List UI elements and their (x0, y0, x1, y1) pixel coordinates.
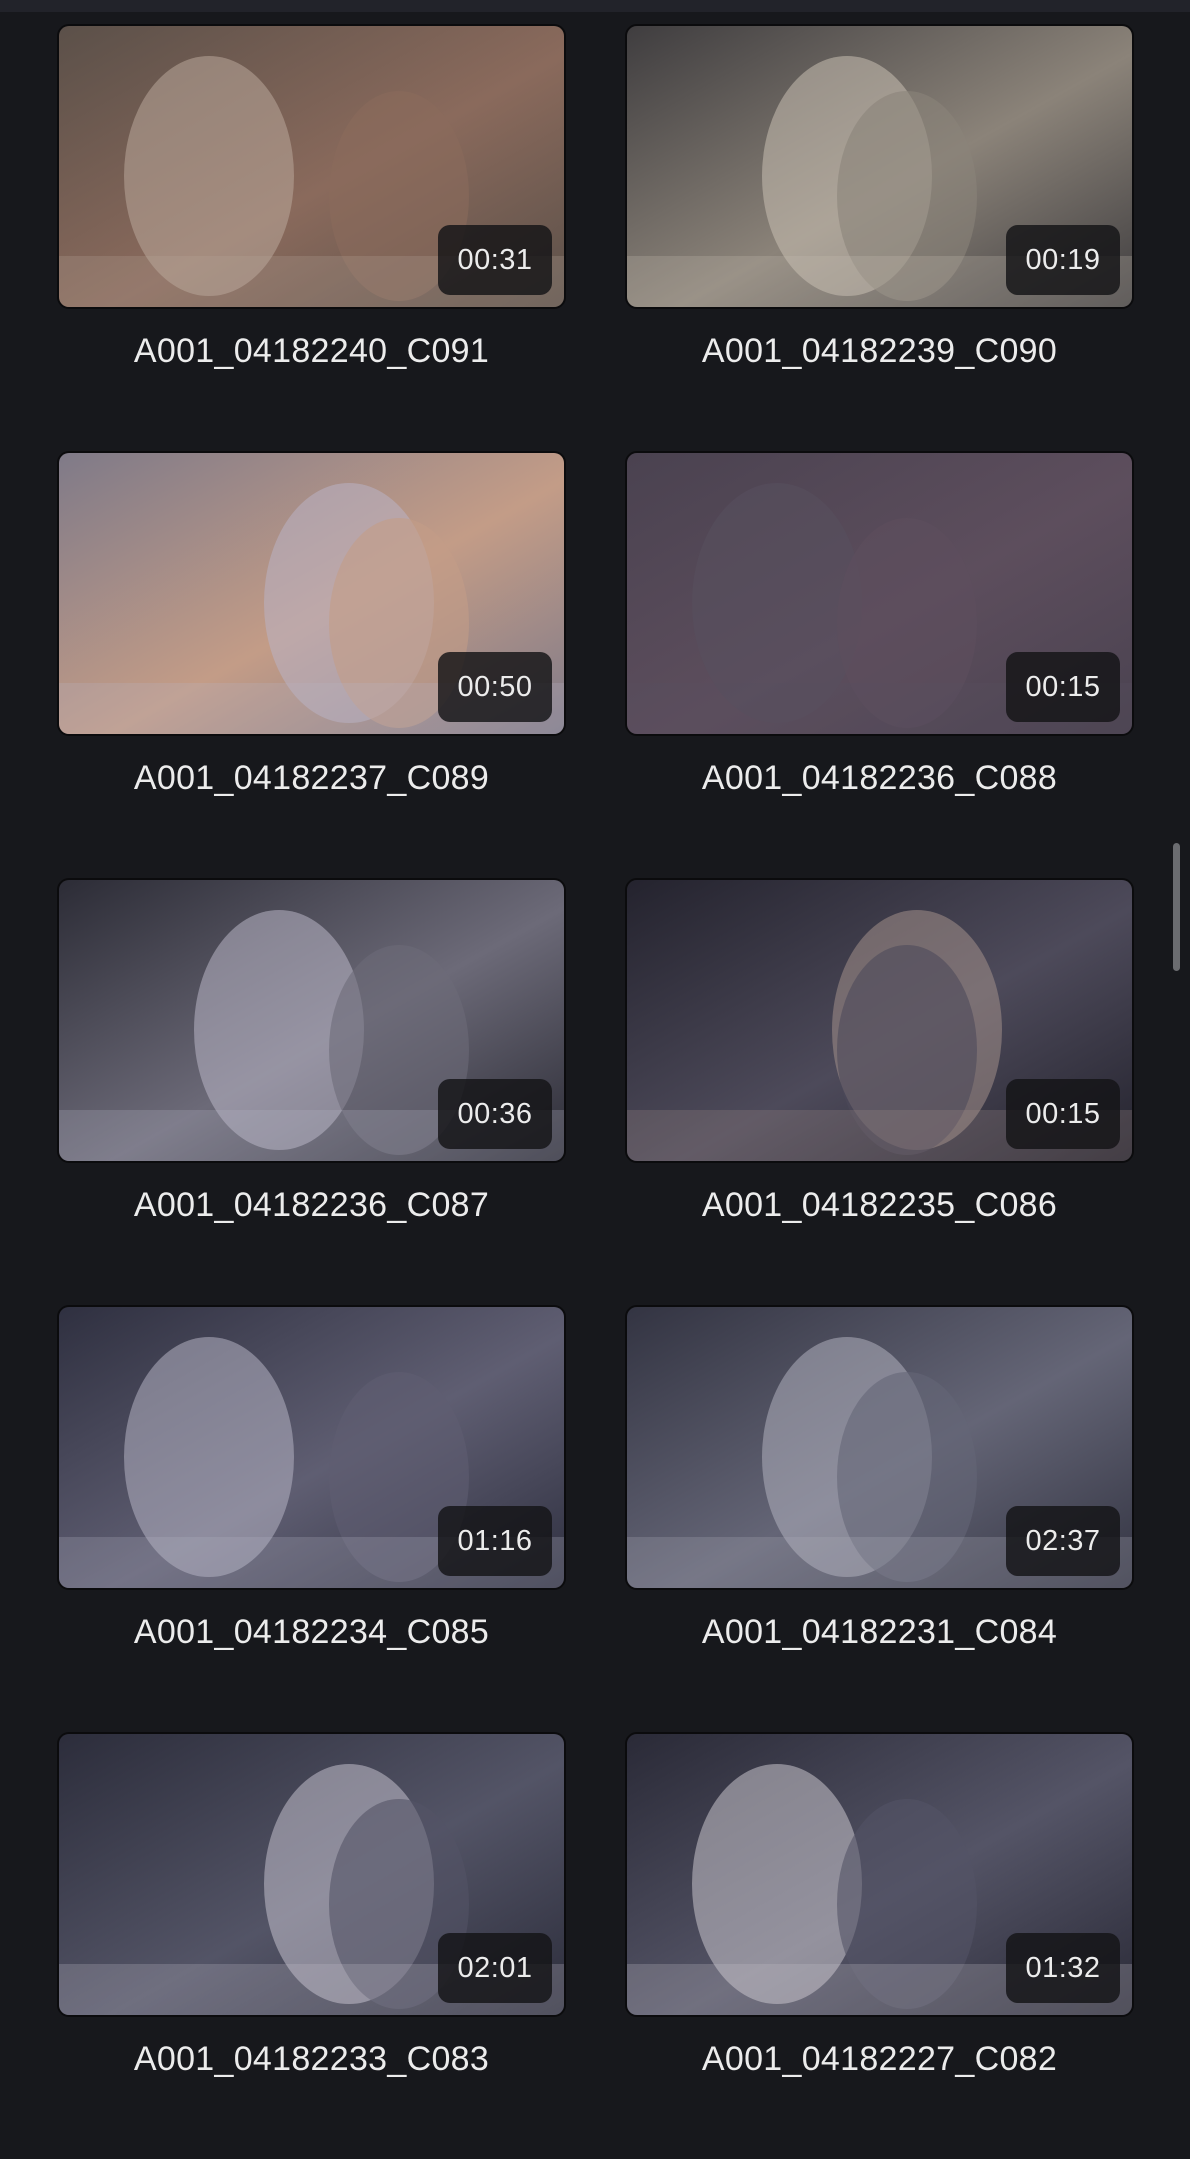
clip-tile[interactable]: 00:50 A001_04182237_C089 (57, 451, 566, 878)
clip-thumbnail[interactable]: 01:16 (57, 1305, 566, 1590)
clip-name: A001_04182227_C082 (701, 2040, 1058, 2078)
duration-badge: 00:15 (1006, 652, 1120, 722)
duration-badge: 01:16 (438, 1506, 552, 1576)
clip-tile[interactable]: 00:31 A001_04182240_C091 (57, 24, 566, 451)
clip-thumbnail[interactable]: 02:37 (625, 1305, 1134, 1590)
clip-name: A001_04182234_C085 (133, 1613, 490, 1651)
clip-name: A001_04182240_C091 (133, 332, 490, 370)
clip-thumbnail[interactable]: 00:15 (625, 451, 1134, 736)
scrollbar-thumb[interactable] (1173, 843, 1180, 971)
clip-name: A001_04182231_C084 (701, 1613, 1058, 1651)
duration-badge: 00:50 (438, 652, 552, 722)
clip-thumbnail[interactable]: 00:36 (57, 878, 566, 1163)
duration-badge: 00:19 (1006, 225, 1120, 295)
clip-tile[interactable]: 02:01 A001_04182233_C083 (57, 1732, 566, 2159)
clip-grid: 00:31 A001_04182240_C091 00:19 A001_0418223… (57, 24, 1134, 2159)
clip-thumbnail[interactable]: 01:32 (625, 1732, 1134, 2017)
clip-tile[interactable]: 00:15 A001_04182236_C088 (625, 451, 1134, 878)
clip-thumbnail[interactable]: 00:19 (625, 24, 1134, 309)
clip-name: A001_04182236_C087 (133, 1186, 490, 1224)
clip-thumbnail[interactable]: 00:15 (625, 878, 1134, 1163)
top-bar-edge (0, 0, 1190, 12)
duration-badge: 00:36 (438, 1079, 552, 1149)
duration-badge: 02:01 (438, 1933, 552, 2003)
clip-name: A001_04182233_C083 (133, 2040, 490, 2078)
duration-badge: 00:15 (1006, 1079, 1120, 1149)
duration-badge: 00:31 (438, 225, 552, 295)
clip-name: A001_04182239_C090 (701, 332, 1058, 370)
clip-thumbnail[interactable]: 02:01 (57, 1732, 566, 2017)
clip-name: A001_04182236_C088 (701, 759, 1058, 797)
clip-tile[interactable]: 00:15 A001_04182235_C086 (625, 878, 1134, 1305)
duration-badge: 02:37 (1006, 1506, 1120, 1576)
clip-tile[interactable]: 02:37 A001_04182231_C084 (625, 1305, 1134, 1732)
clip-tile[interactable]: 00:36 A001_04182236_C087 (57, 878, 566, 1305)
clip-name: A001_04182235_C086 (701, 1186, 1058, 1224)
clip-tile[interactable]: 00:19 A001_04182239_C090 (625, 24, 1134, 451)
clip-name: A001_04182237_C089 (133, 759, 490, 797)
duration-badge: 01:32 (1006, 1933, 1120, 2003)
clip-tile[interactable]: 01:32 A001_04182227_C082 (625, 1732, 1134, 2159)
clip-thumbnail[interactable]: 00:31 (57, 24, 566, 309)
clip-thumbnail[interactable]: 00:50 (57, 451, 566, 736)
clip-tile[interactable]: 01:16 A001_04182234_C085 (57, 1305, 566, 1732)
